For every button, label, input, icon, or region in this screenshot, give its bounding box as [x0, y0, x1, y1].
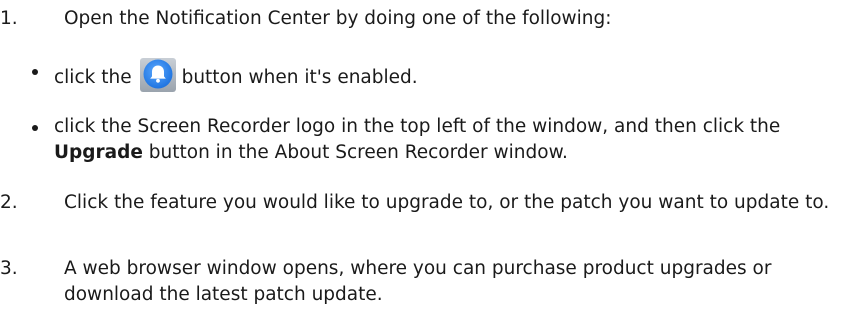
- notification-bell-icon: [139, 58, 176, 92]
- step-text: Click the feature you would like to upgr…: [64, 192, 830, 213]
- bullet-line: click the button when it's enabled.: [54, 58, 854, 92]
- bullet-text-after: button when it's enabled.: [181, 67, 418, 88]
- step-text: Open the Notification Center by doing on…: [64, 8, 612, 29]
- bullet-line: click the Screen Recorder logo in the to…: [54, 114, 854, 166]
- upgrade-label: Upgrade: [54, 142, 143, 163]
- bullet-text-before: click the: [54, 67, 132, 88]
- bullet-dot: [32, 69, 38, 75]
- step-text: A web browser window opens, where you ca…: [64, 258, 772, 305]
- bullet-text-pre: click the Screen Recorder logo in the to…: [54, 116, 781, 137]
- bullet-dot: [32, 125, 38, 131]
- step-number: 1.: [0, 8, 18, 29]
- step-number: 2.: [0, 192, 18, 213]
- step-number: 3.: [0, 258, 18, 279]
- bullet-text-post: button in the About Screen Recorder wind…: [142, 142, 568, 163]
